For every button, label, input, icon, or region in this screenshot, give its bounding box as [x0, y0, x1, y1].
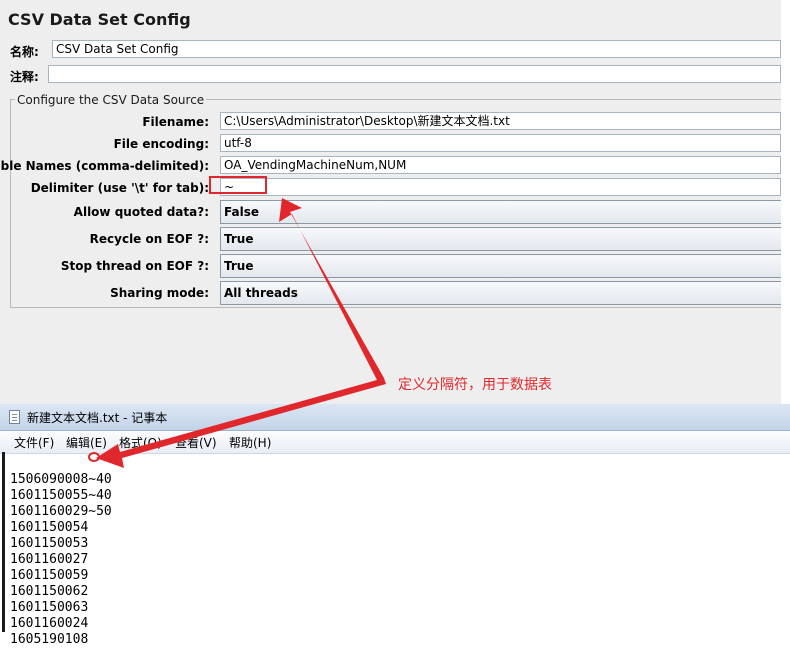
arrow-left-to-tilde	[96, 378, 386, 468]
text-line: 1605190108	[10, 632, 89, 647]
annotation-arrows	[88, 198, 386, 468]
arrow-up-to-delimiter	[279, 198, 384, 382]
tilde-highlight-circle	[88, 452, 100, 462]
